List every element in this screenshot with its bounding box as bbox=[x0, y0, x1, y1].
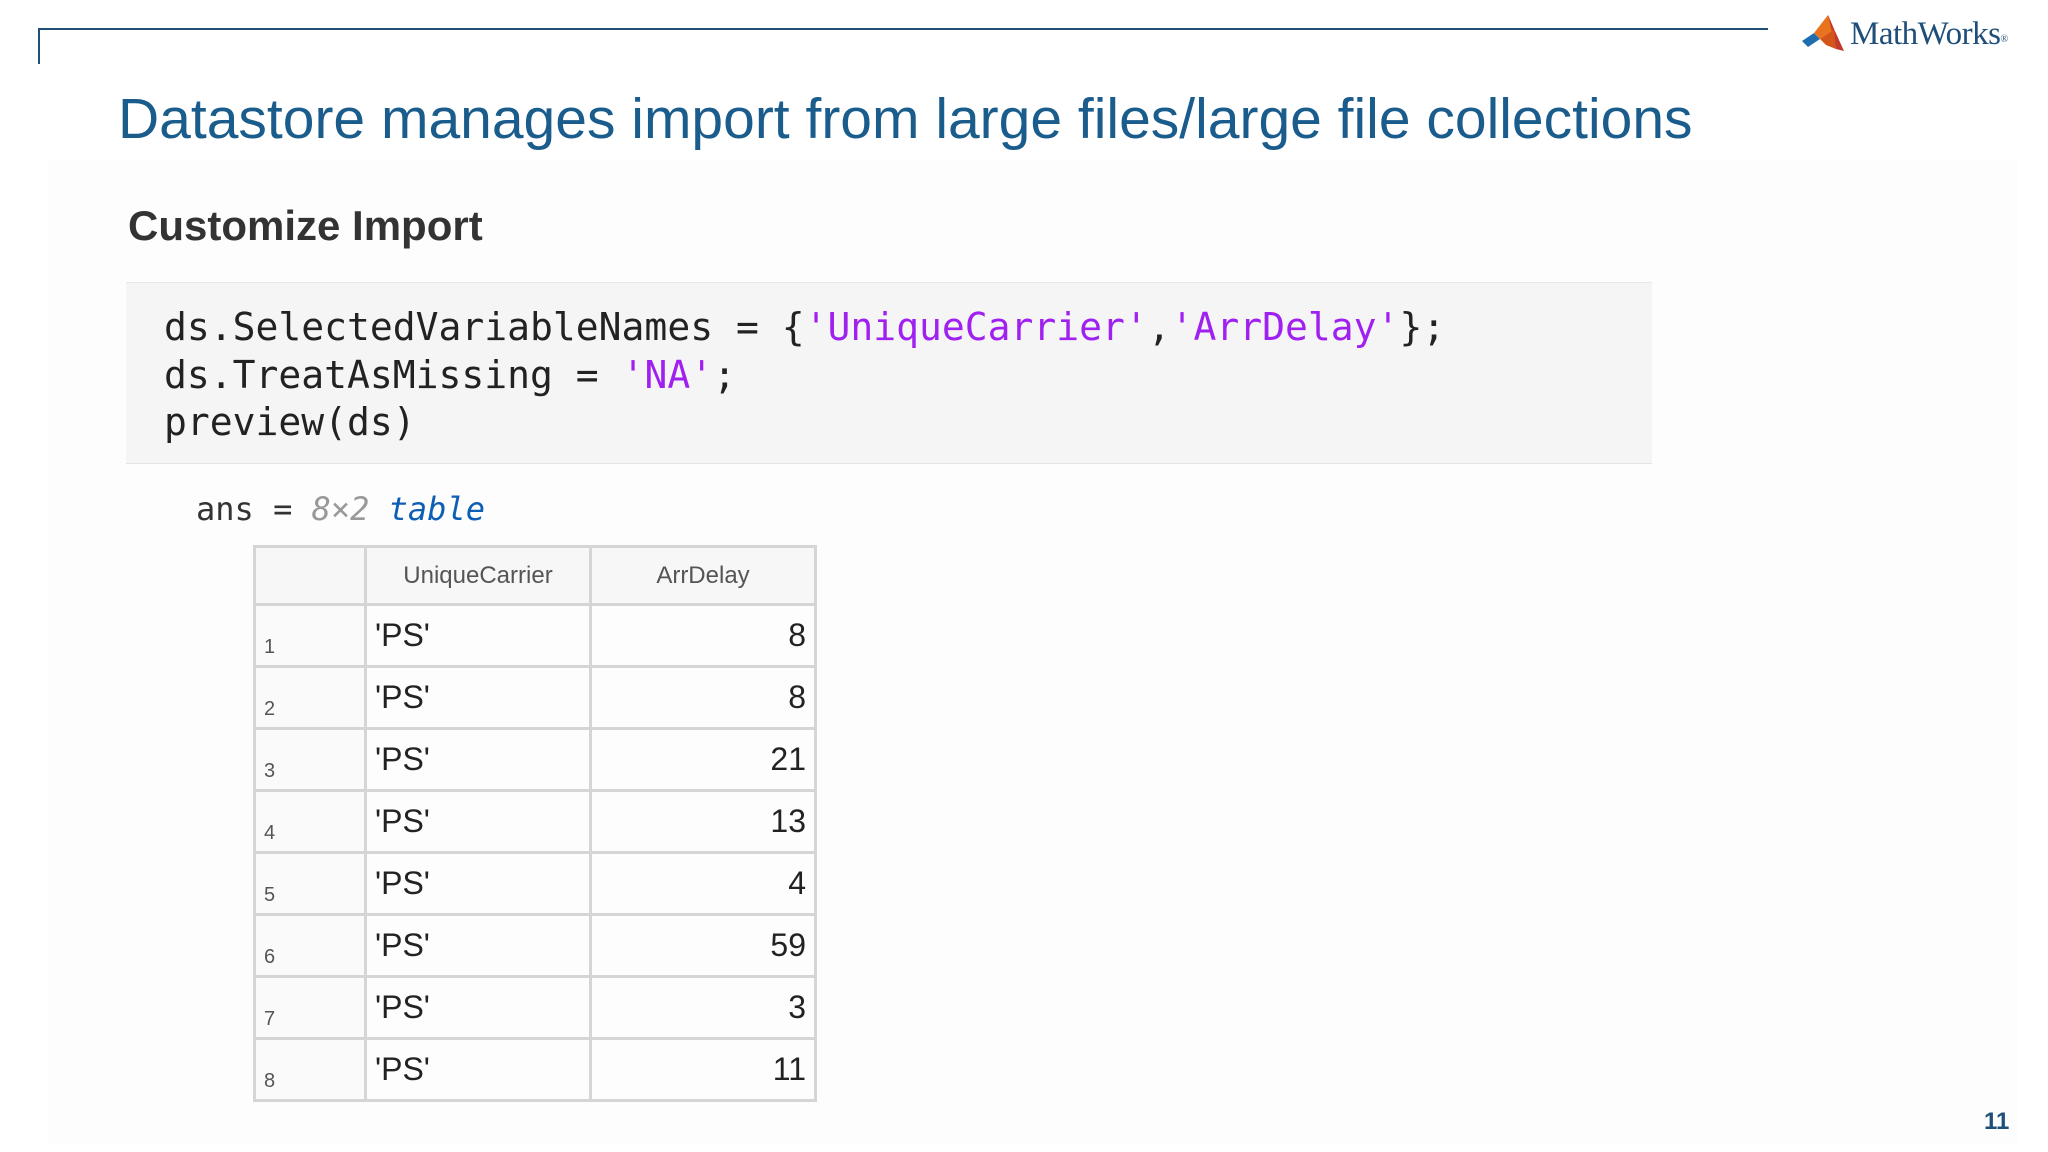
output-ans-line: ans = 8×2 table bbox=[196, 490, 485, 528]
delay-cell: 3 bbox=[589, 975, 817, 1040]
header-index bbox=[253, 545, 367, 606]
carrier-cell: 'PS' bbox=[364, 603, 592, 668]
table-row: 1 'PS' 8 bbox=[253, 603, 817, 668]
slide-title: Datastore manages import from large file… bbox=[118, 87, 1693, 151]
carrier-cell: 'PS' bbox=[364, 727, 592, 792]
delay-cell: 21 bbox=[589, 727, 817, 792]
row-index: 4 bbox=[253, 789, 367, 854]
code-line-3: preview(ds) bbox=[164, 400, 416, 444]
carrier-cell: 'PS' bbox=[364, 1037, 592, 1102]
row-index: 8 bbox=[253, 1037, 367, 1102]
header-bracket bbox=[38, 28, 40, 64]
code-line-2: ds.TreatAsMissing = 'NA'; bbox=[164, 353, 736, 397]
table-row: 7 'PS' 3 bbox=[253, 975, 817, 1040]
header-arrdelay: ArrDelay bbox=[589, 545, 817, 606]
row-index: 6 bbox=[253, 913, 367, 978]
delay-cell: 4 bbox=[589, 851, 817, 916]
table-dims: 8×2 bbox=[311, 490, 370, 528]
table-row: 5 'PS' 4 bbox=[253, 851, 817, 916]
header-uniquecarrier: UniqueCarrier bbox=[364, 545, 592, 606]
delay-cell: 8 bbox=[589, 665, 817, 730]
table-row: 3 'PS' 21 bbox=[253, 727, 817, 792]
row-index: 7 bbox=[253, 975, 367, 1040]
section-heading: Customize Import bbox=[128, 202, 483, 249]
table-row: 6 'PS' 59 bbox=[253, 913, 817, 978]
carrier-cell: 'PS' bbox=[364, 913, 592, 978]
header-rule bbox=[38, 28, 1768, 30]
code-block: ds.SelectedVariableNames = {'UniqueCarri… bbox=[126, 282, 1652, 464]
page-number: 11 bbox=[1984, 1108, 2010, 1135]
delay-cell: 11 bbox=[589, 1037, 817, 1102]
row-index: 5 bbox=[253, 851, 367, 916]
slide: MathWorks® Datastore manages import from… bbox=[0, 0, 2048, 1152]
row-index: 3 bbox=[253, 727, 367, 792]
table-row: 4 'PS' 13 bbox=[253, 789, 817, 854]
mathworks-logo: MathWorks® bbox=[1800, 10, 2008, 58]
table-row: 2 'PS' 8 bbox=[253, 665, 817, 730]
matlab-membrane-icon bbox=[1802, 15, 1844, 51]
table-header-row: UniqueCarrier ArrDelay bbox=[253, 545, 817, 606]
ans-label: ans = bbox=[196, 490, 312, 528]
table-row: 8 'PS' 11 bbox=[253, 1037, 817, 1102]
delay-cell: 13 bbox=[589, 789, 817, 854]
code-line-1: ds.SelectedVariableNames = {'UniqueCarri… bbox=[164, 305, 1446, 349]
carrier-cell: 'PS' bbox=[364, 851, 592, 916]
delay-cell: 59 bbox=[589, 913, 817, 978]
output-table: UniqueCarrier ArrDelay 1 'PS' 8 2 'PS' 8… bbox=[253, 545, 817, 1102]
delay-cell: 8 bbox=[589, 603, 817, 668]
carrier-cell: 'PS' bbox=[364, 789, 592, 854]
carrier-cell: 'PS' bbox=[364, 665, 592, 730]
row-index: 1 bbox=[253, 603, 367, 668]
logo-text: MathWorks® bbox=[1850, 15, 2008, 52]
carrier-cell: 'PS' bbox=[364, 975, 592, 1040]
class-link[interactable]: table bbox=[389, 490, 485, 528]
row-index: 2 bbox=[253, 665, 367, 730]
